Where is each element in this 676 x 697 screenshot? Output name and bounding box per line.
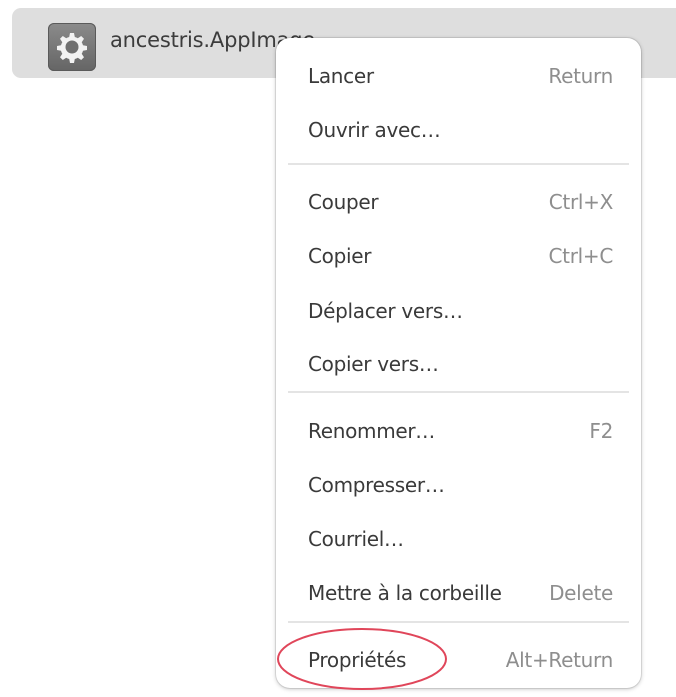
menu-item-courriel[interactable]: Courriel… bbox=[288, 515, 629, 563]
menu-item-proprietes[interactable]: Propriétés Alt+Return bbox=[288, 636, 629, 684]
context-menu: Lancer Return Ouvrir avec… Couper Ctrl+X… bbox=[276, 38, 641, 688]
menu-item-label: Courriel… bbox=[308, 527, 404, 551]
menu-item-shortcut: Delete bbox=[549, 581, 613, 605]
menu-item-label: Mettre à la corbeille bbox=[308, 581, 502, 605]
menu-separator bbox=[288, 391, 629, 393]
menu-item-label: Propriétés bbox=[308, 648, 407, 672]
menu-item-deplacer-vers[interactable]: Déplacer vers… bbox=[288, 287, 629, 335]
menu-item-couper[interactable]: Couper Ctrl+X bbox=[288, 178, 629, 226]
menu-item-lancer[interactable]: Lancer Return bbox=[288, 52, 629, 100]
menu-item-shortcut: Ctrl+X bbox=[548, 190, 614, 214]
menu-item-shortcut: F2 bbox=[589, 419, 613, 443]
menu-item-label: Compresser… bbox=[308, 473, 445, 497]
menu-item-label: Lancer bbox=[308, 64, 374, 88]
menu-item-shortcut: Alt+Return bbox=[505, 648, 614, 672]
menu-item-label: Déplacer vers… bbox=[308, 299, 463, 323]
menu-item-label: Copier bbox=[308, 244, 372, 268]
menu-item-label: Ouvrir avec… bbox=[308, 118, 441, 142]
menu-item-shortcut: Ctrl+C bbox=[548, 244, 613, 268]
menu-item-shortcut: Return bbox=[548, 64, 613, 88]
menu-item-copier[interactable]: Copier Ctrl+C bbox=[288, 232, 629, 280]
menu-item-ouvrir-avec[interactable]: Ouvrir avec… bbox=[288, 106, 629, 154]
menu-item-copier-vers[interactable]: Copier vers… bbox=[288, 340, 629, 388]
menu-separator bbox=[288, 621, 629, 623]
menu-item-renommer[interactable]: Renommer… F2 bbox=[288, 407, 629, 455]
gear-icon[interactable] bbox=[48, 23, 96, 71]
menu-separator bbox=[288, 163, 629, 165]
menu-item-mettre-a-la-corbeille[interactable]: Mettre à la corbeille Delete bbox=[288, 569, 629, 617]
menu-item-label: Renommer… bbox=[308, 419, 436, 443]
menu-item-label: Copier vers… bbox=[308, 352, 439, 376]
menu-item-compresser[interactable]: Compresser… bbox=[288, 461, 629, 509]
menu-item-label: Couper bbox=[308, 190, 379, 214]
